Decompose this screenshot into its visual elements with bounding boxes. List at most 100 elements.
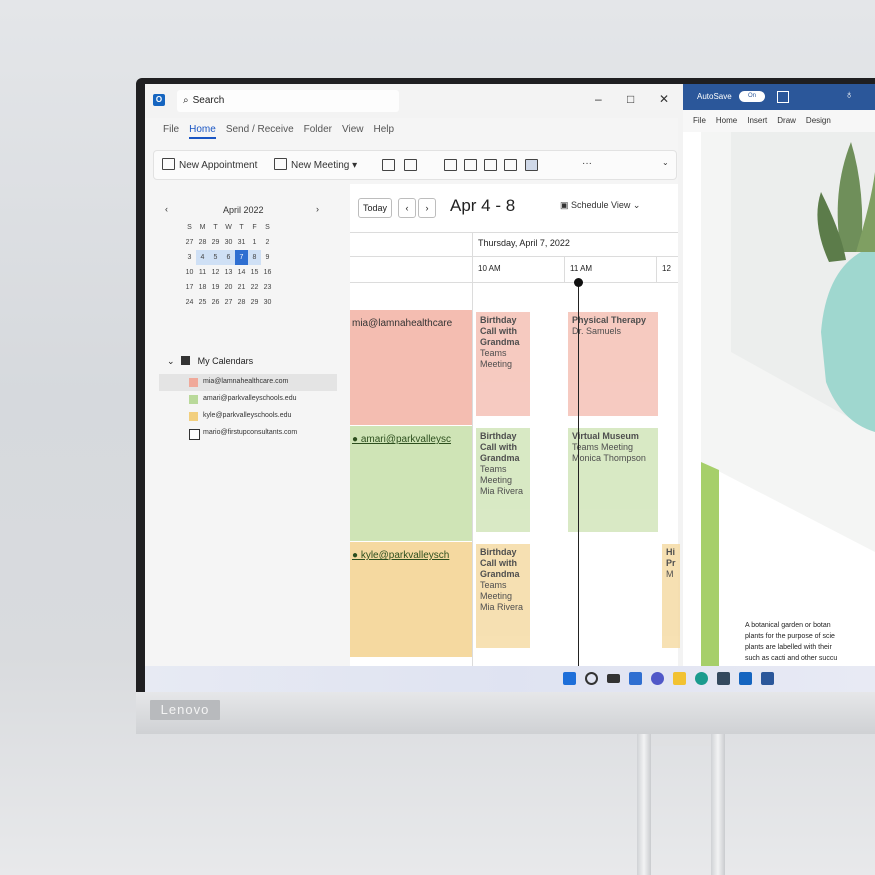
minimize-button[interactable]: – [595,92,602,106]
mini-calendar-day[interactable]: 26 [209,295,222,310]
calendar-checkbox[interactable] [189,378,198,387]
mini-calendar-day[interactable]: 3 [183,250,196,265]
task-view-icon[interactable] [607,674,620,683]
week-view-icon[interactable] [444,159,457,171]
mini-calendar-day[interactable]: 18 [196,280,209,295]
calendar-event[interactable]: Birthday Call with Grandma Teams Meeting … [476,544,530,648]
mini-calendar-day[interactable]: 15 [248,265,261,280]
calendar-event[interactable]: Physical Therapy Dr. Samuels [568,312,658,416]
mini-calendar-day[interactable]: 29 [248,295,261,310]
mini-calendar-day[interactable]: 14 [235,265,248,280]
split-view-icon[interactable] [504,159,517,171]
mini-calendar-day[interactable]: 12 [209,265,222,280]
mini-calendar-day[interactable]: 4 [196,250,209,265]
mini-calendar-day[interactable]: 28 [235,295,248,310]
today-button[interactable]: Today [358,198,392,218]
chevron-down-icon[interactable]: ⌄ [167,356,175,366]
mini-calendar-day[interactable]: 17 [183,280,196,295]
word-taskbar-icon[interactable] [761,672,774,685]
edge-icon[interactable] [695,672,708,685]
mini-calendar-day[interactable]: 25 [196,295,209,310]
word-menu-file[interactable]: File [693,116,706,125]
mini-calendar-day[interactable]: 27 [222,295,235,310]
menu-home[interactable]: Home [189,124,216,139]
calendar-item[interactable]: amari@parkvalleyschools.edu [189,391,296,407]
mini-calendar-day[interactable]: 21 [235,280,248,295]
mini-calendar-day[interactable]: 5 [209,250,222,265]
calendar-event[interactable]: Birthday Call with Grandma Teams Meeting … [476,428,530,532]
schedule-view-dropdown[interactable]: ▣ Schedule View ⌄ [560,200,640,211]
calendar-event[interactable]: Virtual Museum Teams Meeting Monica Thomp… [568,428,658,532]
next-week-button[interactable]: › [418,198,436,218]
word-menu-design[interactable]: Design [806,116,831,125]
calendar-owner-label[interactable]: ● amari@parkvalleysc [352,434,470,445]
calendar-item[interactable]: mario@firstupconsultants.com [189,425,297,441]
store-icon[interactable] [717,672,730,685]
menu-folder[interactable]: Folder [304,124,332,135]
user-icon[interactable]: ♁ [845,89,853,101]
outlook-taskbar-icon[interactable] [739,672,752,685]
more-button[interactable]: ··· [582,158,592,169]
mini-calendar-day[interactable]: 8 [248,250,261,265]
mini-calendar-day[interactable]: 28 [196,235,209,250]
menu-help[interactable]: Help [374,124,395,135]
search-box[interactable]: ⌕ Search [177,90,399,112]
menu-file[interactable]: File [163,124,179,135]
search-icon[interactable] [585,672,598,685]
mini-calendar-day[interactable]: 19 [209,280,222,295]
grid-view-icon[interactable] [484,159,497,171]
calendar-owner-label[interactable]: ● kyle@parkvalleysch [352,550,470,561]
mini-calendar-day[interactable]: 30 [261,295,274,310]
mini-calendar-day[interactable]: 13 [222,265,235,280]
word-menu-draw[interactable]: Draw [777,116,796,125]
day-view-icon[interactable] [382,159,395,171]
menu-send-receive[interactable]: Send / Receive [226,124,294,135]
mini-calendar-day[interactable]: 2 [261,235,274,250]
mini-calendar-day[interactable]: 10 [183,265,196,280]
calendar-checkbox[interactable] [189,395,198,404]
mini-calendar-day[interactable]: 29 [209,235,222,250]
mini-calendar-day[interactable]: 27 [183,235,196,250]
group-checkbox[interactable] [181,356,191,365]
month-view-icon[interactable] [464,159,477,171]
widgets-icon[interactable] [629,672,642,685]
mini-calendar-day[interactable]: 16 [261,265,274,280]
schedule-view-icon[interactable] [525,159,538,171]
calendar-event[interactable]: Birthday Call with Grandma Teams Meeting [476,312,530,416]
calendar-item[interactable]: kyle@parkvalleyschools.edu [189,408,291,424]
autosave-toggle[interactable]: On [739,91,765,102]
my-calendars-group[interactable]: ⌄ My Calendars [167,356,253,367]
mini-calendar-day[interactable]: 1 [248,235,261,250]
new-meeting-button[interactable]: New Meeting ▾ [274,158,357,171]
word-menu-insert[interactable]: Insert [747,116,767,125]
new-appointment-button[interactable]: New Appointment [162,158,257,171]
calendar-event[interactable]: Hi Pr M [662,544,680,648]
mini-calendar-day[interactable]: 24 [183,295,196,310]
mini-calendar-day[interactable]: 20 [222,280,235,295]
work-week-icon[interactable] [404,159,417,171]
calendar-item[interactable]: mia@lamnahealthcare.com [189,374,288,390]
mini-prev-button[interactable]: ‹ [165,204,168,214]
calendar-checkbox[interactable] [189,429,200,440]
calendar-checkbox[interactable] [189,412,198,421]
chevron-down-icon[interactable]: ⌄ [662,158,669,167]
mini-calendar-day[interactable]: 31 [235,235,248,250]
maximize-button[interactable]: □ [627,92,634,106]
document-page[interactable] [701,132,875,666]
mini-next-button[interactable]: › [316,204,319,214]
mini-calendar-day[interactable]: 30 [222,235,235,250]
close-button[interactable]: ✕ [659,92,669,106]
mini-calendar-day[interactable]: 23 [261,280,274,295]
mini-calendar-day[interactable]: 7 [235,250,248,265]
file-explorer-icon[interactable] [673,672,686,685]
mini-calendar-day[interactable]: 22 [248,280,261,295]
mini-calendar-day[interactable]: 6 [222,250,235,265]
word-menu-home[interactable]: Home [716,116,737,125]
mini-calendar-day[interactable]: 9 [261,250,274,265]
start-icon[interactable] [563,672,576,685]
chat-icon[interactable] [651,672,664,685]
menu-view[interactable]: View [342,124,364,135]
mini-calendar-day[interactable]: 11 [196,265,209,280]
prev-week-button[interactable]: ‹ [398,198,416,218]
save-icon[interactable] [777,91,789,103]
